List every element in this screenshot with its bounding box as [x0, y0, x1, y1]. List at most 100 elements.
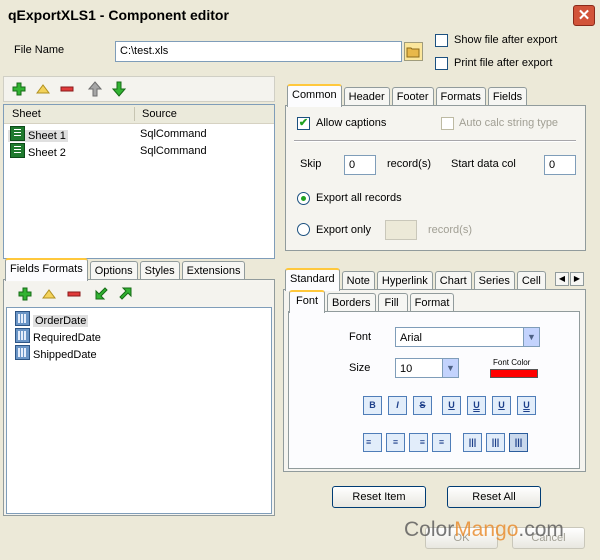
field-icon: [15, 311, 30, 326]
close-button[interactable]: ✕: [573, 5, 595, 26]
common-tabs: Common Header Footer Formats Fields: [287, 84, 529, 107]
move-down-icon[interactable]: [112, 81, 126, 97]
column-sheet[interactable]: Sheet: [12, 108, 41, 120]
field-name: OrderDate: [33, 315, 89, 327]
align-right-icon[interactable]: ≡: [409, 433, 428, 452]
italic-icon[interactable]: I: [388, 396, 407, 415]
tabs-scroll-left-icon[interactable]: ◀: [555, 272, 569, 286]
font-select[interactable]: Arial ▼: [395, 327, 540, 347]
tab-footer[interactable]: Footer: [391, 87, 434, 106]
file-name-label: File Name: [14, 44, 65, 56]
sheet-name: Sheet 2: [28, 147, 66, 159]
valign-center-icon[interactable]: |||: [486, 433, 505, 452]
reset-item-button[interactable]: Reset Item: [332, 486, 426, 508]
size-label: Size: [349, 362, 371, 374]
font-subtabs: Font Borders Fill Format: [289, 290, 456, 313]
fields-toolbar: [6, 282, 272, 306]
remove-icon[interactable]: [60, 86, 74, 92]
field-icon: [15, 345, 30, 360]
tab-borders[interactable]: Borders: [327, 293, 376, 312]
list-item[interactable]: OrderDate: [15, 311, 89, 327]
sheet-icon: [10, 126, 25, 141]
auto-calc-checkbox[interactable]: [441, 117, 454, 130]
align-left-icon[interactable]: ≡: [363, 433, 382, 452]
align-center-icon[interactable]: ≡: [386, 433, 405, 452]
export-only-input[interactable]: [385, 220, 417, 240]
tab-fields-formats[interactable]: Fields Formats: [5, 258, 88, 281]
watermark-text: .com: [518, 518, 564, 541]
tab-series[interactable]: Series: [473, 271, 515, 290]
tab-format[interactable]: Format: [409, 293, 455, 312]
align-justify-icon[interactable]: ≡: [432, 433, 451, 452]
tab-note[interactable]: Note: [341, 271, 375, 290]
divider: [294, 140, 576, 142]
font-panel: Font Arial ▼ Size 10 ▼ Font Color B I S …: [288, 311, 580, 469]
standard-tabs: Standard Note Hyperlink Chart Series Cel…: [285, 268, 548, 291]
export-only-radio[interactable]: [297, 223, 310, 236]
double-underline-icon[interactable]: U: [467, 396, 486, 415]
size-value: 10: [400, 363, 413, 375]
size-select[interactable]: 10 ▼: [395, 358, 459, 378]
tab-fields[interactable]: Fields: [487, 87, 528, 106]
move-down-left-icon[interactable]: [94, 286, 109, 301]
list-item[interactable]: ShippedDate: [15, 345, 97, 361]
fields-formats-panel: OrderDate RequiredDate ShippedDate: [3, 279, 275, 516]
sheets-toolbar: [3, 76, 275, 102]
valign-top-icon[interactable]: |||: [463, 433, 482, 452]
strikethrough-icon[interactable]: S: [413, 396, 432, 415]
list-item[interactable]: RequiredDate: [15, 328, 101, 344]
open-folder-icon[interactable]: [404, 42, 423, 61]
column-source[interactable]: Source: [142, 108, 177, 120]
show-file-checkbox[interactable]: [435, 34, 448, 47]
underline-icon[interactable]: U: [442, 396, 461, 415]
bold-icon[interactable]: B: [363, 396, 382, 415]
tab-chart[interactable]: Chart: [434, 271, 472, 290]
move-up-icon[interactable]: [88, 81, 102, 97]
window-title: qExportXLS1 - Component editor: [8, 7, 229, 23]
font-color-swatch[interactable]: [490, 369, 538, 378]
field-icon: [15, 328, 30, 343]
remove-icon[interactable]: [67, 291, 81, 297]
tabs-scroll-right-icon[interactable]: ▶: [570, 272, 584, 286]
double-accounting-underline-icon[interactable]: U: [517, 396, 536, 415]
tab-options[interactable]: Options: [89, 261, 138, 280]
chevron-down-icon[interactable]: ▼: [523, 328, 539, 346]
allow-captions-checkbox[interactable]: ✔: [297, 117, 310, 130]
watermark-text: Mango: [454, 518, 519, 541]
print-file-checkbox[interactable]: [435, 57, 448, 70]
add-icon[interactable]: [12, 82, 26, 96]
list-item[interactable]: Sheet 2 SqlCommand: [8, 143, 270, 159]
reset-all-button[interactable]: Reset All: [447, 486, 541, 508]
export-all-radio[interactable]: [297, 192, 310, 205]
file-name-input[interactable]: C:\test.xls: [115, 41, 402, 62]
tab-formats[interactable]: Formats: [435, 87, 486, 106]
tab-header[interactable]: Header: [343, 87, 390, 106]
start-col-input[interactable]: 0: [544, 155, 576, 175]
add-icon[interactable]: [18, 287, 32, 301]
tab-standard[interactable]: Standard: [285, 268, 340, 291]
export-all-label: Export all records: [316, 192, 402, 204]
watermark: ColorMango.com: [404, 518, 564, 542]
chevron-down-icon[interactable]: ▼: [442, 359, 458, 377]
tab-cell[interactable]: Cell: [516, 271, 546, 290]
skip-input[interactable]: 0: [344, 155, 376, 175]
tab-font[interactable]: Font: [289, 290, 326, 313]
sheet-icon: [10, 143, 25, 158]
tab-fill[interactable]: Fill: [377, 293, 408, 312]
sheet-source: SqlCommand: [140, 145, 207, 157]
tab-common[interactable]: Common: [287, 84, 342, 107]
tab-hyperlink[interactable]: Hyperlink: [376, 271, 433, 290]
fields-list[interactable]: OrderDate RequiredDate ShippedDate: [6, 307, 272, 514]
start-col-label: Start data col: [451, 158, 516, 170]
single-accounting-underline-icon[interactable]: U: [492, 396, 511, 415]
sheets-header: Sheet Source: [4, 105, 274, 124]
edit-icon[interactable]: [36, 83, 50, 95]
move-up-right-icon[interactable]: [118, 286, 133, 301]
list-item[interactable]: Sheet 1 SqlCommand: [8, 126, 270, 142]
tab-extensions[interactable]: Extensions: [181, 261, 246, 280]
edit-icon[interactable]: [42, 288, 56, 300]
show-file-label: Show file after export: [454, 34, 558, 46]
tab-styles[interactable]: Styles: [139, 261, 180, 280]
sheets-list[interactable]: Sheet Source Sheet 1 SqlCommand Sheet 2 …: [3, 104, 275, 259]
valign-bottom-icon[interactable]: |||: [509, 433, 528, 452]
